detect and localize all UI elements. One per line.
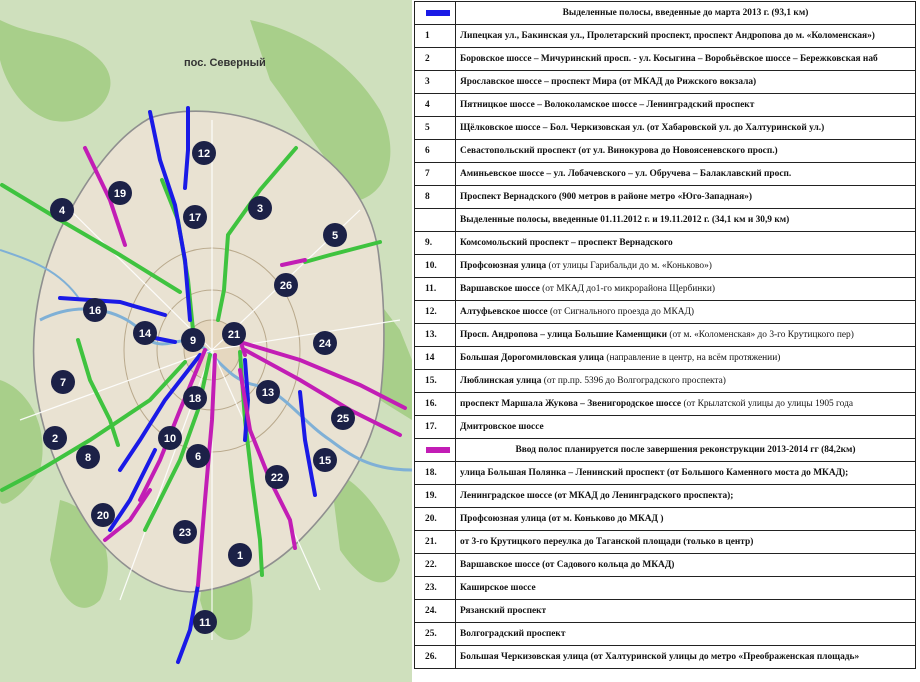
marker-7: 7 [51,370,75,394]
svg-text:8: 8 [85,452,91,464]
marker-11: 11 [193,610,217,634]
svg-text:4: 4 [59,205,66,217]
marker-3: 3 [248,196,272,220]
legend-section-title: Выделенные полосы, введенные 01.11.2012 … [455,208,916,232]
legend-row: 5 Щёлковское шоссе – Бол. Черкизовская ул… [414,116,916,140]
svg-text:10: 10 [164,433,176,445]
svg-text:22: 22 [271,472,283,484]
marker-13: 13 [256,380,280,404]
svg-text:3: 3 [257,203,263,215]
marker-26: 26 [274,273,298,297]
marker-25: 25 [331,406,355,430]
magenta-swatch [426,446,450,453]
svg-text:24: 24 [319,338,332,350]
legend-row: 3 Ярославское шоссе – проспект Мира (от М… [414,70,916,94]
svg-text:19: 19 [114,188,126,200]
legend-section-title: Выделенные полосы, введенные до марта 20… [455,1,916,25]
marker-23: 23 [173,520,197,544]
legend-row: 12. Алтуфьевское шоссе (от Сигнального пр… [414,300,916,324]
legend-row: 10. Профсоюзная улица (от улицы Гарибальд… [414,254,916,278]
marker-2: 2 [43,426,67,450]
marker-4: 4 [50,198,74,222]
legend-row: 19. Ленинградское шоссе (от МКАД до Ленин… [414,484,916,508]
legend-table: Выделенные полосы, введенные до марта 20… [414,1,916,669]
svg-text:5: 5 [332,230,338,242]
marker-8: 8 [76,445,100,469]
svg-text:15: 15 [319,455,331,467]
legend-row: 18. улица Большая Полянка – Ленинский про… [414,461,916,485]
settlement-label: пос. Северный [184,57,266,69]
legend-row: 11. Варшавское шоссе (от МКАД до1-го микр… [414,277,916,301]
svg-text:12: 12 [198,148,210,160]
legend-section-blue: Выделенные полосы, введенные до марта 20… [414,1,916,25]
svg-text:23: 23 [179,527,191,539]
legend-row: 2 Боровское шоссе – Мичуринский просп. - … [414,47,916,71]
legend-row: 4 Пятницкое шоссе – Волоколамское шоссе –… [414,93,916,117]
legend-row: 7 Аминьевское шоссе – ул. Лобачевского – … [414,162,916,186]
marker-20: 20 [91,503,115,527]
marker-12: 12 [192,141,216,165]
marker-9: 9 [181,328,205,352]
marker-5: 5 [323,223,347,247]
blue-swatch [426,9,450,16]
marker-17: 17 [183,205,207,229]
svg-text:1: 1 [237,550,243,562]
marker-19: 19 [108,181,132,205]
legend-section-title: Ввод полос планируется после завершения … [455,438,916,462]
svg-text:25: 25 [337,413,349,425]
legend-row: 14 Большая Дорогомиловская улица (направл… [414,346,916,370]
legend-row: 6 Севастопольский проспект (от ул. Виноку… [414,139,916,163]
legend-row: 1 Липецкая ул., Бакинская ул., Пролетарск… [414,24,916,48]
marker-24: 24 [313,331,337,355]
svg-text:13: 13 [262,387,274,399]
svg-text:2: 2 [52,433,58,445]
marker-1: 1 [228,543,252,567]
svg-text:7: 7 [60,377,66,389]
marker-22: 22 [265,465,289,489]
marker-16: 16 [83,298,107,322]
marker-18: 18 [183,386,207,410]
legend-row: 21. от 3-го Крутицкого переулка до Таганс… [414,530,916,554]
legend-row: 22. Варшавское шоссе (от Садового кольца … [414,553,916,577]
svg-text:18: 18 [189,393,201,405]
legend-row: 20. Профсоюзная улица (от м. Коньково до … [414,507,916,531]
legend-row: 13. Просп. Андропова – улица Большие Каме… [414,323,916,347]
legend-row: 24. Рязанский проспект [414,599,916,623]
legend-row: 9. Комсомольский проспект – проспект Верн… [414,231,916,255]
svg-text:16: 16 [89,305,101,317]
svg-text:9: 9 [190,335,196,347]
legend-row: 23. Каширское шоссе [414,576,916,600]
svg-text:17: 17 [189,212,201,224]
legend-row: 16. проспект Маршала Жукова – Звенигородс… [414,392,916,416]
legend-row: 15. Люблинская улица (от пр.пр. 5396 до В… [414,369,916,393]
legend-row: 8 Проспект Вернадского (900 метров в райо… [414,185,916,209]
legend-section-green: Выделенные полосы, введенные 01.11.2012 … [414,208,916,232]
legend-row: 17. Дмитровское шоссе [414,415,916,439]
marker-21: 21 [222,322,246,346]
marker-15: 15 [313,448,337,472]
svg-text:20: 20 [97,510,109,522]
legend-row: 26. Большая Черкизовская улица (от Халтур… [414,645,916,669]
svg-text:11: 11 [199,617,211,629]
moscow-map: пос. Северный 1 2 3 4 5 6 7 8 9 10 11 12… [0,0,412,682]
marker-10: 10 [158,426,182,450]
marker-14: 14 [133,321,157,345]
svg-text:26: 26 [280,280,292,292]
svg-text:14: 14 [139,328,152,340]
svg-text:21: 21 [228,329,240,341]
marker-6: 6 [186,444,210,468]
svg-text:6: 6 [195,451,201,463]
legend-section-magenta: Ввод полос планируется после завершения … [414,438,916,462]
legend-row: 25. Волгоградский проспект [414,622,916,646]
